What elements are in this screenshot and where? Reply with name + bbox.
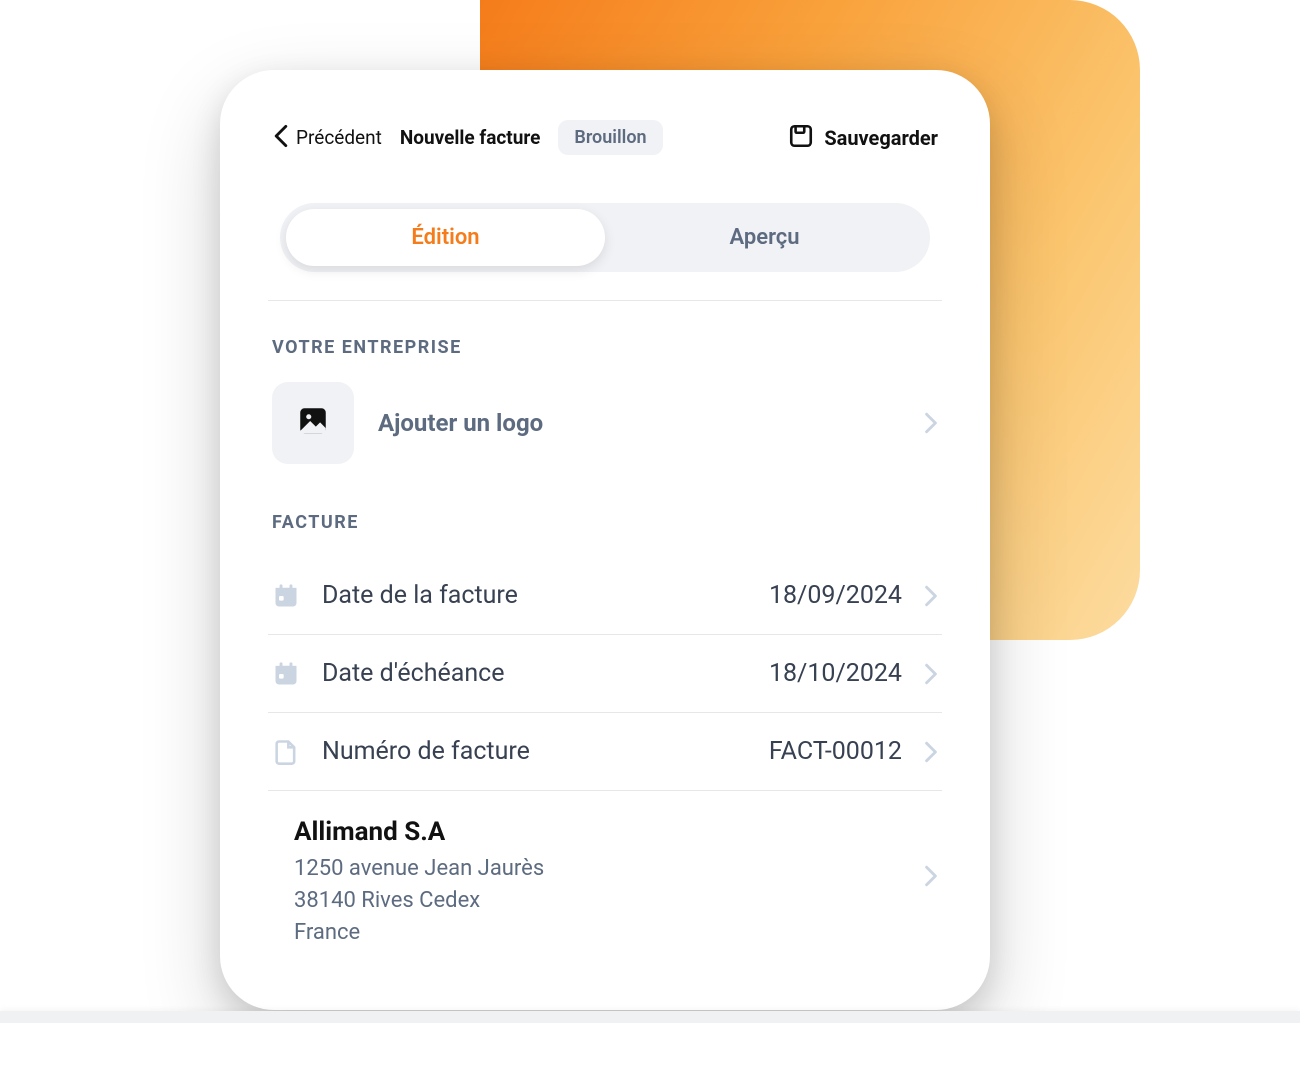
calendar-icon [272,660,300,688]
chevron-right-icon [924,585,938,607]
client-name: Allimand S.A [294,817,902,847]
invoice-date-row[interactable]: Date de la facture 18/09/2024 [268,557,942,635]
white-mask [0,1023,1300,1091]
view-tabs: Édition Aperçu [280,203,930,272]
invoice-editor-card: Précédent Nouvelle facture Brouillon Sau… [220,70,990,1010]
add-logo-label: Ajouter un logo [378,409,900,437]
calendar-icon [272,582,300,610]
status-badge: Brouillon [558,120,662,155]
document-icon [272,738,300,766]
due-date-row[interactable]: Date d'échéance 18/10/2024 [268,635,942,713]
client-row[interactable]: Allimand S.A 1250 avenue Jean Jaurès 381… [268,791,942,949]
due-date-label: Date d'échéance [322,659,747,688]
tab-edition[interactable]: Édition [286,209,605,266]
chevron-right-icon [924,663,938,685]
editor-header: Précédent Nouvelle facture Brouillon Sau… [268,120,942,155]
invoice-date-label: Date de la facture [322,581,747,610]
invoice-number-row[interactable]: Numéro de facture FACT-00012 [268,713,942,791]
image-icon [296,404,330,442]
add-logo-row[interactable]: Ajouter un logo [268,382,942,464]
invoice-number-label: Numéro de facture [322,737,747,766]
chevron-left-icon [272,124,290,152]
back-button[interactable]: Précédent [272,124,382,152]
chevron-right-icon [924,741,938,763]
back-label: Précédent [296,126,382,149]
client-address-line-2: 38140 Rives Cedex [294,885,902,917]
client-info: Allimand S.A 1250 avenue Jean Jaurès 381… [294,817,902,949]
page-title: Nouvelle facture [400,126,541,149]
bottom-bar [0,1011,1300,1023]
section-invoice-label: FACTURE [268,512,942,533]
save-icon [788,123,814,153]
invoice-number-value: FACT-00012 [769,737,902,766]
chevron-right-icon [924,865,938,887]
divider [268,300,942,301]
save-label: Sauvegarder [824,126,938,150]
tab-apercu[interactable]: Aperçu [605,209,924,266]
client-address-line-3: France [294,917,902,949]
invoice-date-value: 18/09/2024 [769,581,902,610]
save-button[interactable]: Sauvegarder [788,123,938,153]
chevron-right-icon [924,412,938,434]
section-company-label: VOTRE ENTREPRISE [268,337,942,358]
logo-placeholder [272,382,354,464]
client-address-line-1: 1250 avenue Jean Jaurès [294,853,902,885]
due-date-value: 18/10/2024 [769,659,902,688]
